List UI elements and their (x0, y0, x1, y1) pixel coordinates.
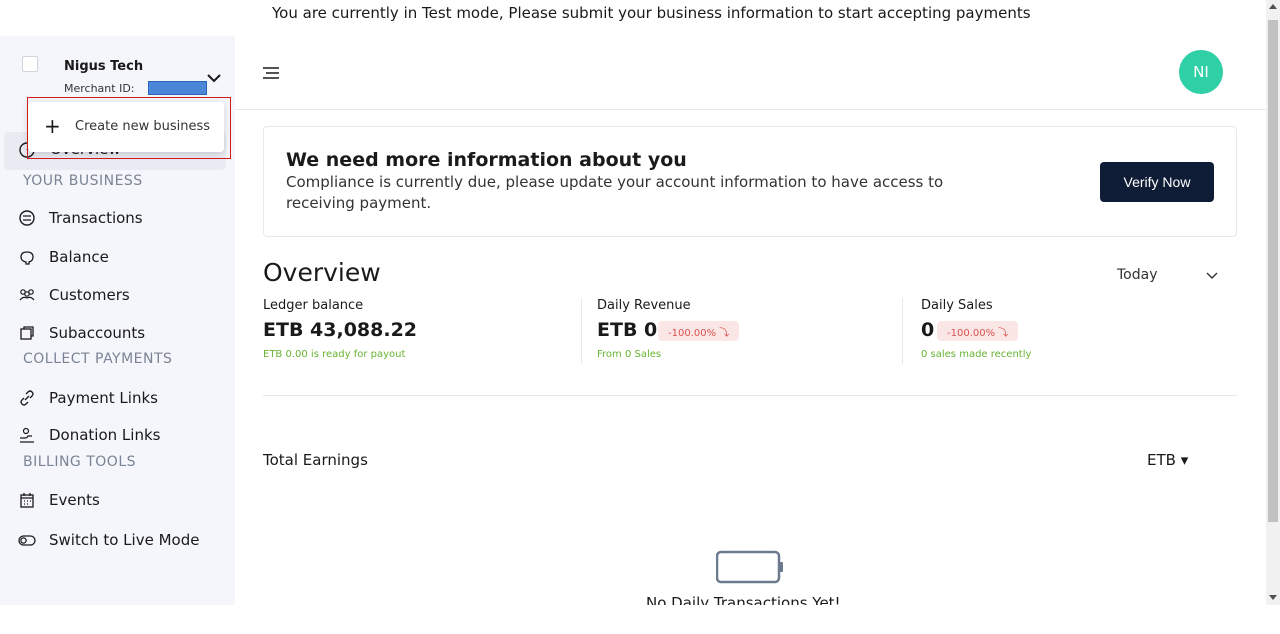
chevron-down-icon[interactable] (206, 70, 222, 86)
business-logo-placeholder (22, 56, 38, 72)
top-bar: NI (235, 36, 1266, 110)
stat-value: 0 (921, 319, 935, 341)
sidebar-item-balance[interactable]: Balance (18, 245, 109, 269)
compliance-description: Compliance is currently due, please upda… (286, 173, 944, 212)
empty-battery-icon (716, 550, 783, 584)
test-mode-text: You are currently in Test mode, Please s… (272, 4, 1031, 22)
period-select[interactable]: Today (1117, 266, 1223, 286)
change-badge: -100.00% ⤵ (937, 321, 1019, 341)
sidebar-item-label: Events (49, 491, 100, 509)
section-divider (263, 395, 1237, 396)
create-new-business-option[interactable]: Create new business (75, 119, 210, 134)
section-your-business: YOUR BUSINESS (23, 173, 143, 189)
business-switcher[interactable]: Nigus Tech Merchant ID: (10, 44, 222, 95)
stat-daily-sales: Daily Sales 0 -100.00% ⤵ 0 sales made re… (921, 298, 1221, 366)
scroll-up-icon[interactable] (1269, 4, 1277, 9)
sidebar-item-label: Subaccounts (49, 324, 146, 342)
subaccounts-icon (18, 324, 36, 342)
compliance-title: We need more information about you (286, 149, 687, 171)
sidebar-item-payment-links[interactable]: Payment Links (18, 386, 158, 410)
merchant-id-label: Merchant ID: (64, 82, 135, 95)
sidebar-item-label: Donation Links (49, 426, 161, 444)
viewport-bottom-edge (0, 605, 1280, 634)
stat-daily-revenue: Daily Revenue ETB 0 -100.00% ⤵ From 0 Sa… (597, 298, 897, 366)
divider (581, 298, 582, 364)
period-value: Today (1117, 267, 1158, 283)
plus-icon: + (44, 114, 61, 138)
avatar[interactable]: NI (1179, 50, 1223, 94)
business-name: Nigus Tech (64, 59, 144, 74)
menu-icon[interactable] (263, 66, 279, 80)
customers-icon (18, 286, 36, 304)
section-billing-tools: BILLING TOOLS (23, 454, 137, 470)
donation-icon (18, 426, 36, 444)
chevron-down-icon (1206, 272, 1218, 279)
scroll-down-icon[interactable] (1269, 595, 1277, 600)
stat-value: ETB 43,088.22 (263, 319, 418, 341)
sidebar-item-label: Switch to Live Mode (49, 531, 200, 549)
currency-select[interactable]: ETB ▾ (1147, 451, 1188, 469)
sidebar-item-live-mode[interactable]: Switch to Live Mode (18, 528, 199, 552)
sidebar-item-donation-links[interactable]: Donation Links (18, 423, 160, 447)
sidebar-item-label: Balance (49, 248, 109, 266)
divider (902, 298, 903, 364)
sidebar-item-label: Transactions (49, 209, 143, 227)
page-scrollbar[interactable] (1266, 0, 1280, 605)
stat-label: Daily Sales (921, 298, 993, 313)
stat-label: Ledger balance (263, 298, 364, 313)
calendar-icon (18, 491, 36, 509)
stat-value: ETB 0 (597, 319, 658, 341)
compliance-card: We need more information about you Compl… (263, 126, 1237, 237)
sidebar-item-customers[interactable]: Customers (18, 283, 130, 307)
stat-ledger-balance: Ledger balance ETB 43,088.22 ETB 0.00 is… (263, 298, 563, 366)
piggy-bank-icon (18, 248, 36, 266)
verify-now-button[interactable]: Verify Now (1100, 162, 1214, 202)
stat-label: Daily Revenue (597, 298, 691, 313)
sidebar-item-label: Payment Links (49, 389, 158, 407)
business-dropdown-menu: + Create new business (28, 102, 224, 152)
scrollbar-thumb[interactable] (1268, 20, 1278, 522)
change-badge: -100.00% ⤵ (658, 321, 740, 341)
sidebar-item-label: Customers (49, 286, 130, 304)
total-earnings-title: Total Earnings (263, 451, 368, 469)
stat-subtext: 0 sales made recently (921, 349, 1032, 360)
overview-title: Overview (263, 258, 381, 287)
stat-subtext: From 0 Sales (597, 349, 662, 360)
sidebar-item-events[interactable]: Events (18, 488, 100, 512)
link-icon (18, 389, 36, 407)
stat-subtext: ETB 0.00 is ready for payout (263, 349, 406, 360)
toggle-icon (18, 531, 36, 549)
test-mode-banner: You are currently in Test mode, Please s… (0, 0, 1266, 36)
merchant-id-value-redacted (148, 81, 207, 95)
sidebar-item-subaccounts[interactable]: Subaccounts (18, 321, 145, 345)
section-collect-payments: COLLECT PAYMENTS (23, 351, 173, 367)
sidebar-item-transactions[interactable]: Transactions (18, 206, 143, 230)
transactions-icon (18, 209, 36, 227)
